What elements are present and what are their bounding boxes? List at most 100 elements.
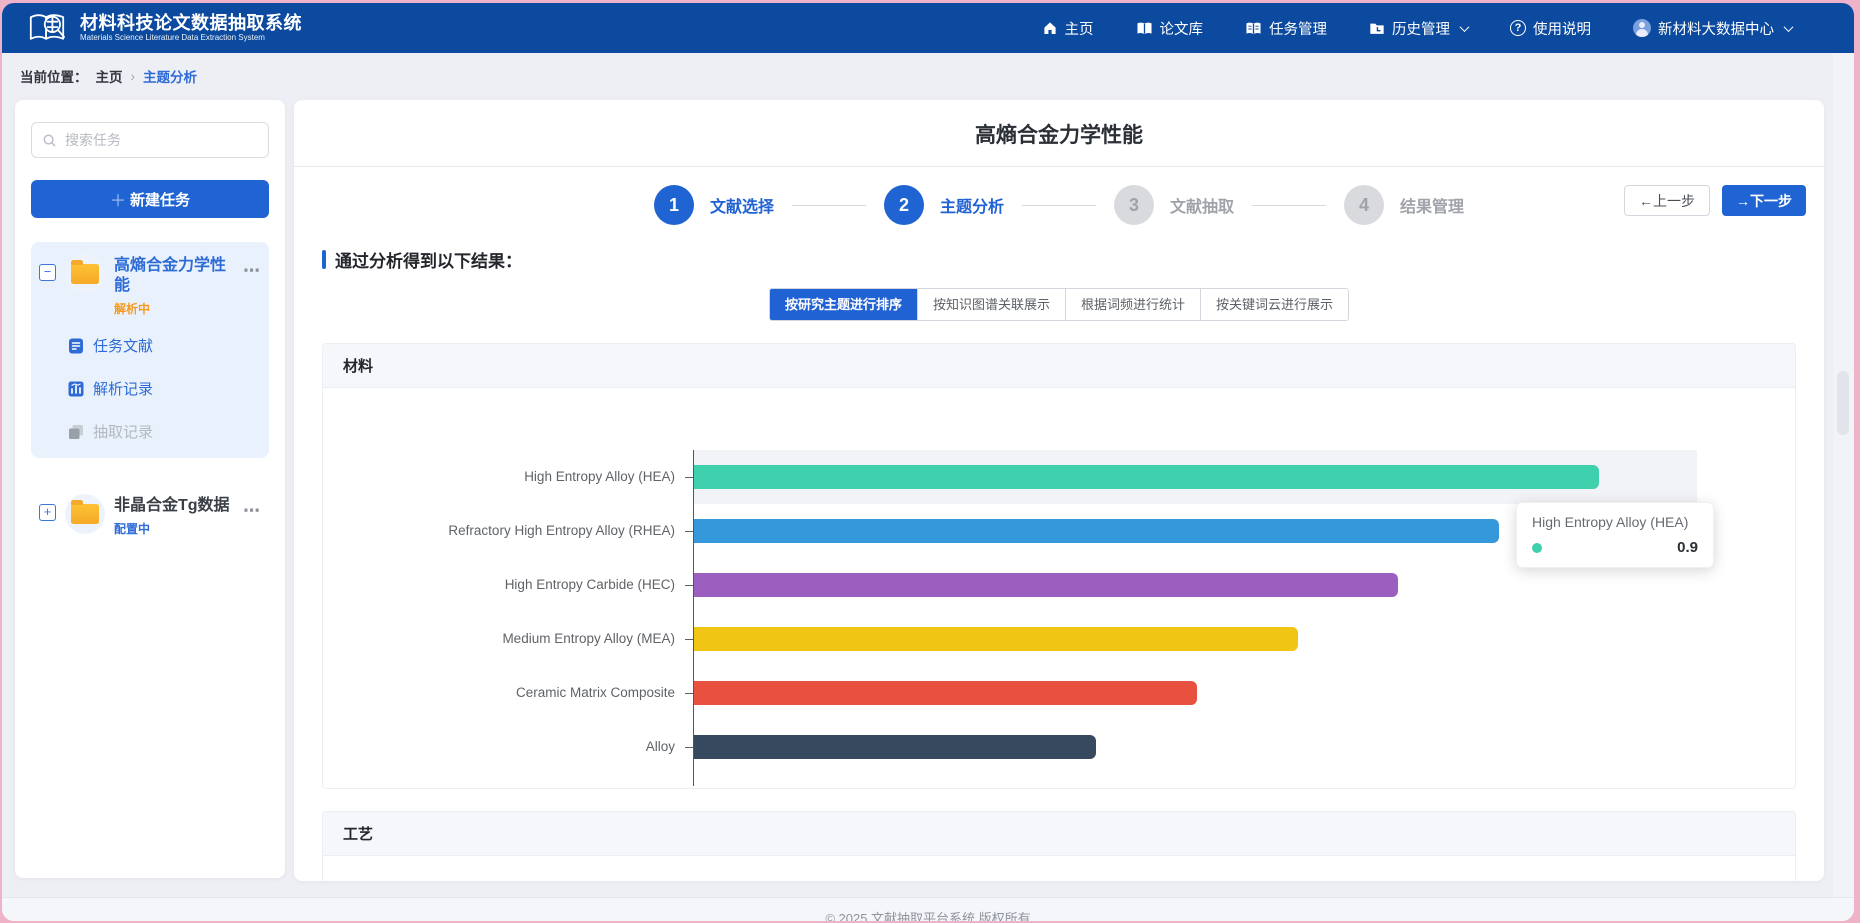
- bar[interactable]: [694, 573, 1398, 597]
- copy-icon: [67, 423, 85, 441]
- sidebar-item-task-docs[interactable]: 任务文献: [67, 335, 261, 356]
- category-label: Refractory High Entropy Alloy (RHEA): [323, 504, 675, 558]
- home-icon: [1042, 20, 1058, 36]
- breadcrumb-separator: ›: [131, 69, 136, 84]
- process-chart-card: 工艺: [322, 811, 1796, 881]
- sidebar-item-extract-records[interactable]: 抽取记录: [67, 421, 261, 442]
- nav-label: 历史管理: [1392, 18, 1450, 39]
- tooltip-value: 0.9: [1677, 539, 1698, 556]
- nav-label: 新材料大数据中心: [1658, 18, 1774, 39]
- folder-icon: [71, 264, 99, 284]
- step-3-literature-extract[interactable]: 3 文献抽取: [1114, 185, 1234, 225]
- task-group-hea[interactable]: − 高熵合金力学性能 解析中 ⋯ 任务文献 解析记录: [31, 242, 269, 458]
- accent-bar: [322, 250, 326, 269]
- material-bar-chart: High Entropy Alloy (HEA)Refractory High …: [323, 388, 1795, 788]
- axis-tick: [685, 693, 693, 694]
- task-name[interactable]: 非晶合金Tg数据: [114, 496, 234, 516]
- nav-item-home[interactable]: 主页: [1042, 18, 1094, 39]
- chart-tooltip: High Entropy Alloy (HEA) 0.9: [1516, 502, 1714, 568]
- bar-row: Alloy: [693, 720, 1699, 774]
- library-icon: [1136, 21, 1153, 36]
- step-1-literature-select[interactable]: 1 文献选择: [654, 185, 774, 225]
- document-icon: [67, 337, 85, 355]
- nav-item-help[interactable]: ? 使用说明: [1510, 18, 1591, 39]
- task-group-tg[interactable]: + 非晶合金Tg数据 配置中 ⋯: [31, 482, 269, 547]
- axis-tick: [685, 639, 693, 640]
- step-2-topic-analysis[interactable]: 2 主题分析: [884, 185, 1004, 225]
- process-chart-body: [323, 856, 1795, 881]
- book-magnifier-logo-icon: [26, 10, 68, 46]
- step-connector: [1252, 205, 1326, 206]
- axis-tick: [685, 477, 693, 478]
- nav-item-account[interactable]: 新材料大数据中心: [1633, 18, 1792, 39]
- task-menu-icon[interactable]: ⋯: [243, 262, 261, 279]
- card-title: 工艺: [323, 812, 1795, 856]
- expand-toggle[interactable]: +: [39, 504, 56, 521]
- task-menu-icon[interactable]: ⋯: [243, 502, 261, 519]
- task-status-badge: 解析中: [114, 300, 234, 317]
- copyright-text: © 2025 文献抽取平台系统 版权所有: [825, 911, 1030, 921]
- sidebar-item-parse-records[interactable]: 解析记录: [67, 378, 261, 399]
- category-label: High Entropy Alloy (HEA): [323, 450, 675, 504]
- footer: © 2025 文献抽取平台系统 版权所有: [2, 897, 1854, 921]
- result-view-tabs: 按研究主题进行排序 按知识图谱关联展示 根据词频进行统计 按关键词云进行展示: [769, 288, 1349, 321]
- card-title: 材料: [323, 344, 1795, 388]
- history-icon: [1369, 21, 1385, 36]
- search-icon: [42, 133, 57, 148]
- scrollbar-track[interactable]: [1833, 53, 1854, 897]
- bar[interactable]: [694, 465, 1599, 489]
- task-sidebar: ＋ 新建任务 − 高熵合金力学性能 解析中 ⋯ 任务文献: [15, 100, 285, 878]
- category-label: High Entropy Carbide (HEC): [323, 558, 675, 612]
- user-icon: [1633, 19, 1651, 37]
- page-title: 高熵合金力学性能: [294, 100, 1824, 167]
- scrollbar-thumb[interactable]: [1837, 371, 1849, 435]
- tab-keyword-cloud[interactable]: 按关键词云进行展示: [1200, 289, 1348, 320]
- nav-item-library[interactable]: 论文库: [1136, 18, 1204, 39]
- new-task-button[interactable]: ＋ 新建任务: [31, 180, 269, 218]
- axis-tick: [685, 585, 693, 586]
- axis-tick: [685, 747, 693, 748]
- task-search: [31, 122, 269, 158]
- bar-row: Medium Entropy Alloy (MEA): [693, 612, 1699, 666]
- bar[interactable]: [694, 519, 1499, 543]
- category-label: Medium Entropy Alloy (MEA): [323, 612, 675, 666]
- chart-icon: [67, 380, 85, 398]
- axis-tick: [685, 531, 693, 532]
- bar[interactable]: [694, 681, 1197, 705]
- category-label: Alloy: [323, 720, 675, 774]
- search-input[interactable]: [65, 132, 258, 148]
- category-label: Ceramic Matrix Composite: [323, 666, 675, 720]
- step-4-result-manage[interactable]: 4 结果管理: [1344, 185, 1464, 225]
- next-step-button[interactable]: →下一步: [1722, 185, 1806, 216]
- breadcrumb-home[interactable]: 主页: [96, 66, 123, 86]
- brand[interactable]: 材料科技论文数据抽取系统 Materials Science Literatur…: [26, 10, 302, 46]
- tooltip-title: High Entropy Alloy (HEA): [1532, 514, 1698, 530]
- tab-sort-by-topic[interactable]: 按研究主题进行排序: [770, 289, 917, 320]
- nav-item-history[interactable]: 历史管理: [1369, 18, 1468, 39]
- nav-label: 使用说明: [1533, 18, 1591, 39]
- bar-row: High Entropy Alloy (HEA): [693, 450, 1699, 504]
- chevron-down-icon: [1460, 22, 1470, 32]
- result-section-header: 通过分析得到以下结果：: [322, 247, 1824, 272]
- bar[interactable]: [694, 627, 1298, 651]
- nav-label: 论文库: [1160, 18, 1204, 39]
- collapse-toggle[interactable]: −: [39, 264, 56, 281]
- breadcrumb: 当前位置： 主页 › 主题分析: [2, 53, 1854, 99]
- tab-word-frequency[interactable]: 根据词频进行统计: [1065, 289, 1200, 320]
- task-status-badge: 配置中: [114, 520, 234, 537]
- bar-row: Ceramic Matrix Composite: [693, 666, 1699, 720]
- plus-icon: ＋: [110, 187, 126, 211]
- nav-item-tasks[interactable]: 任务管理: [1245, 18, 1327, 39]
- chevron-down-icon: [1784, 22, 1794, 32]
- bar[interactable]: [694, 735, 1096, 759]
- help-icon: ?: [1510, 20, 1526, 36]
- breadcrumb-current: 主题分析: [143, 66, 197, 86]
- tab-knowledge-graph[interactable]: 按知识图谱关联展示: [917, 289, 1065, 320]
- material-chart-card: 材料 High Entropy Alloy (HEA)Refractory Hi…: [322, 343, 1796, 789]
- step-connector: [1022, 205, 1096, 206]
- prev-step-button[interactable]: ←上一步: [1624, 185, 1710, 216]
- task-name[interactable]: 高熵合金力学性能: [114, 256, 234, 296]
- top-navbar: 材料科技论文数据抽取系统 Materials Science Literatur…: [2, 3, 1854, 53]
- main-panel: 高熵合金力学性能 1 文献选择 2 主题分析 3 文献抽取: [294, 100, 1824, 881]
- step-connector: [792, 205, 866, 206]
